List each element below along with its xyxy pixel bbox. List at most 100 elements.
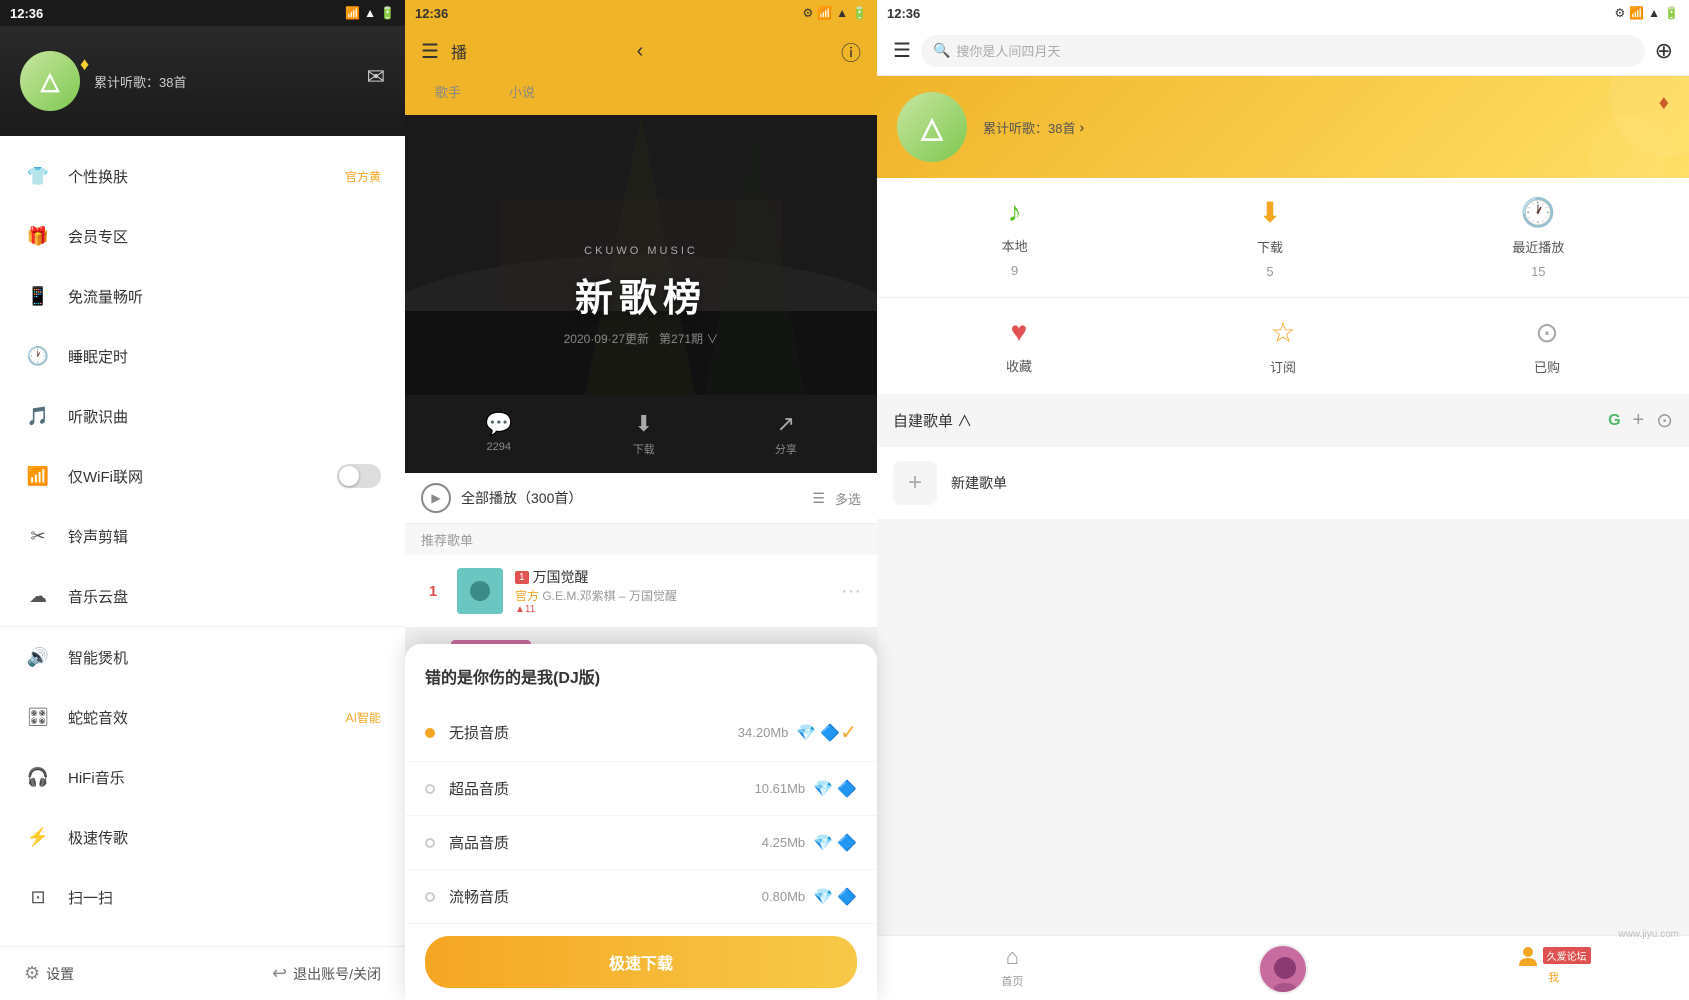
sort-icon[interactable]: ☰ xyxy=(812,490,825,507)
share-icon: ↗ xyxy=(777,411,795,437)
song-artist: 官方 G.E.M.邓紫棋 – 万国觉醒 xyxy=(515,587,841,604)
tab-singer[interactable]: 歌手 xyxy=(421,76,475,107)
sidebar-item-scan[interactable]: ⊡ 扫一扫 xyxy=(0,867,405,927)
sidebar-item-eq[interactable]: 🎛 蛇蛇音效 AI智能 xyxy=(0,687,405,747)
table-row[interactable]: 1 1 万国觉醒 官方 G.E.M.邓紫棋 – 万国觉醒 ▲11 ··· xyxy=(405,555,877,628)
sidebar-item-skin[interactable]: 👕 个性换肤 官方黄 xyxy=(0,146,405,206)
quality-badges: 💎 🔷 xyxy=(796,723,840,743)
quality-option-lossless[interactable]: 无损音质 34.20Mb 💎 🔷 ✓ xyxy=(405,704,877,762)
local-stat[interactable]: ♪ 本地 9 xyxy=(1002,196,1028,279)
avatar[interactable]: △ xyxy=(20,51,80,111)
tab-novel[interactable]: 小说 xyxy=(495,76,549,107)
option-dot xyxy=(425,838,435,848)
local-count: 9 xyxy=(1011,263,1018,278)
sidebar-item-label: 铃声剪辑 xyxy=(68,526,381,547)
logout-button[interactable]: ↩ 退出账号/关闭 xyxy=(272,963,381,984)
download-stat[interactable]: ⬇ 下载 5 xyxy=(1257,196,1283,279)
sidebar-item-fast-transfer[interactable]: ⚡ 极速传歌 xyxy=(0,807,405,867)
player-menu-icon[interactable]: ☰ xyxy=(421,39,439,64)
jyu-badge: 久爱论坛 xyxy=(1543,947,1591,964)
sidebar-badge-skin: 官方黄 xyxy=(345,168,381,185)
settings-icon: ⚙ xyxy=(24,963,40,984)
player-cover: CKUWO MUSIC 新歌榜 2020·09·27更新 第271期 ∨ xyxy=(405,115,877,395)
sidebar-item-ringtone[interactable]: ✂ 铃声剪辑 xyxy=(0,506,405,566)
quality-label: 流畅音质 xyxy=(449,886,754,907)
vip-badge: 💎 xyxy=(813,779,833,799)
new-playlist-add-button[interactable]: + xyxy=(893,461,937,505)
eq-icon: 🎛 xyxy=(24,703,52,731)
arrow-icon: › xyxy=(1079,119,1084,135)
toggle-knob xyxy=(339,466,359,486)
recommended-playlist-label: 推荐歌单 xyxy=(421,530,473,549)
diamond-icon: ♦ xyxy=(80,54,89,75)
comment-icon: 💬 xyxy=(485,411,512,437)
quality-option-smooth[interactable]: 流畅音质 0.80Mb 💎 🔷 xyxy=(405,870,877,924)
mymusic-panel: 12:36 ⚙ 📶 ▲ 🔋 ☰ 🔍 搜你是人间四月天 ⊕ △ 累计听歌：38首 … xyxy=(877,0,1689,1000)
collect-icon: ♥ xyxy=(1011,316,1028,348)
quality-option-high[interactable]: 高品音质 4.25Mb 💎 🔷 xyxy=(405,816,877,870)
multi-select-button[interactable]: 多选 xyxy=(835,489,861,508)
collect-stat[interactable]: ♥ 收藏 xyxy=(1006,316,1032,376)
selected-check-icon: ✓ xyxy=(840,720,857,745)
song-more-button[interactable]: ··· xyxy=(841,580,861,603)
chart-logo: CKUWO MUSIC xyxy=(584,245,698,257)
player-info-icon[interactable]: ⓘ xyxy=(841,37,861,66)
playlist-settings-icon[interactable]: ⊙ xyxy=(1656,408,1673,433)
quality-option-super[interactable]: 超品音质 10.61Mb 💎 🔷 xyxy=(405,762,877,816)
sidebar-item-smart-speaker[interactable]: 🔊 智能煲机 xyxy=(0,627,405,687)
fast-download-button[interactable]: 极速下载 xyxy=(425,936,857,988)
recent-stat[interactable]: 🕐 最近播放 15 xyxy=(1512,196,1564,279)
sidebar-badge-eq: AI智能 xyxy=(346,709,381,726)
add-playlist-icon[interactable]: + xyxy=(1633,409,1645,432)
player-status-bar: 12:36 ⚙ 📶 ▲ 🔋 xyxy=(405,0,877,26)
mymusic-add-icon[interactable]: ⊕ xyxy=(1655,38,1673,64)
settings-button[interactable]: ⚙ 设置 xyxy=(24,963,74,984)
watermark: www.jiyu.com xyxy=(1618,929,1679,940)
list-item[interactable]: + 新建歌单 xyxy=(877,447,1689,520)
vip-badge: 💎 xyxy=(813,833,833,853)
hifi-icon: 🎧 xyxy=(24,763,52,791)
sidebar-item-cloud[interactable]: ☁ 音乐云盘 xyxy=(0,566,405,626)
comment-count: 2294 xyxy=(487,441,511,453)
subscribe-stat[interactable]: ☆ 订阅 xyxy=(1270,316,1296,376)
share-button[interactable]: ↗ 分享 xyxy=(775,411,797,457)
mymusic-banner[interactable]: △ 累计听歌：38首 › ♦ xyxy=(877,76,1689,178)
quality-size: 0.80Mb xyxy=(762,889,805,904)
mail-icon[interactable]: ✉ xyxy=(367,64,385,90)
mymusic-avatar[interactable]: △ xyxy=(897,92,967,162)
player-back-button[interactable]: ‹ xyxy=(637,40,644,63)
sidebar-time: 12:36 xyxy=(10,6,43,21)
sidebar-item-free-traffic[interactable]: 📱 免流量畅听 xyxy=(0,266,405,326)
play-all-button[interactable]: ▶ xyxy=(421,483,451,513)
mymusic-search-bar[interactable]: 🔍 搜你是人间四月天 xyxy=(921,35,1645,67)
player-status-icons: ⚙ 📶 ▲ 🔋 xyxy=(802,6,867,20)
tab-now-playing[interactable] xyxy=(1148,944,1419,996)
tab-home[interactable]: ⌂ 首页 xyxy=(877,944,1148,996)
now-playing-thumbnail xyxy=(1258,944,1308,994)
sidebar-item-label: 个性换肤 xyxy=(68,166,345,187)
mymusic-menu-icon[interactable]: ☰ xyxy=(893,38,911,63)
download-button[interactable]: ⬇ 下载 xyxy=(633,411,655,457)
mymusic-status-icons: ⚙ 📶 ▲ 🔋 xyxy=(1614,6,1679,20)
sidebar-item-hifi[interactable]: 🎧 HiFi音乐 xyxy=(0,747,405,807)
sidebar-item-shazam[interactable]: 🎵 听歌识曲 xyxy=(0,386,405,446)
sidebar-item-label: 听歌识曲 xyxy=(68,406,381,427)
download-label: 下载 xyxy=(633,441,655,457)
sync-icon[interactable]: G xyxy=(1608,412,1620,430)
tab-my[interactable]: 久爱论坛 我 xyxy=(1418,944,1689,996)
collect-label: 收藏 xyxy=(1006,356,1032,375)
share-label: 分享 xyxy=(775,441,797,457)
sidebar-menu: 👕 个性换肤 官方黄 🎁 会员专区 📱 免流量畅听 🕐 睡眠定时 🎵 听歌识曲 … xyxy=(0,136,405,946)
skin-icon: 👕 xyxy=(24,162,52,190)
wifi-toggle[interactable] xyxy=(337,464,381,488)
sidebar-item-wifi-only[interactable]: 📶 仅WiFi联网 xyxy=(0,446,405,506)
settings-label: 设置 xyxy=(46,964,74,984)
purchased-stat[interactable]: ⊙ 已购 xyxy=(1534,316,1560,376)
sidebar-item-sleep-timer[interactable]: 🕐 睡眠定时 xyxy=(0,326,405,386)
chart-title: 新歌榜 xyxy=(575,267,707,322)
comment-button[interactable]: 💬 2294 xyxy=(485,411,512,457)
sidebar-item-label: 睡眠定时 xyxy=(68,346,381,367)
sidebar-item-vip[interactable]: 🎁 会员专区 xyxy=(0,206,405,266)
ringtone-icon: ✂ xyxy=(24,522,52,550)
mymusic-stats: ♪ 本地 9 ⬇ 下载 5 🕐 最近播放 15 xyxy=(877,178,1689,297)
